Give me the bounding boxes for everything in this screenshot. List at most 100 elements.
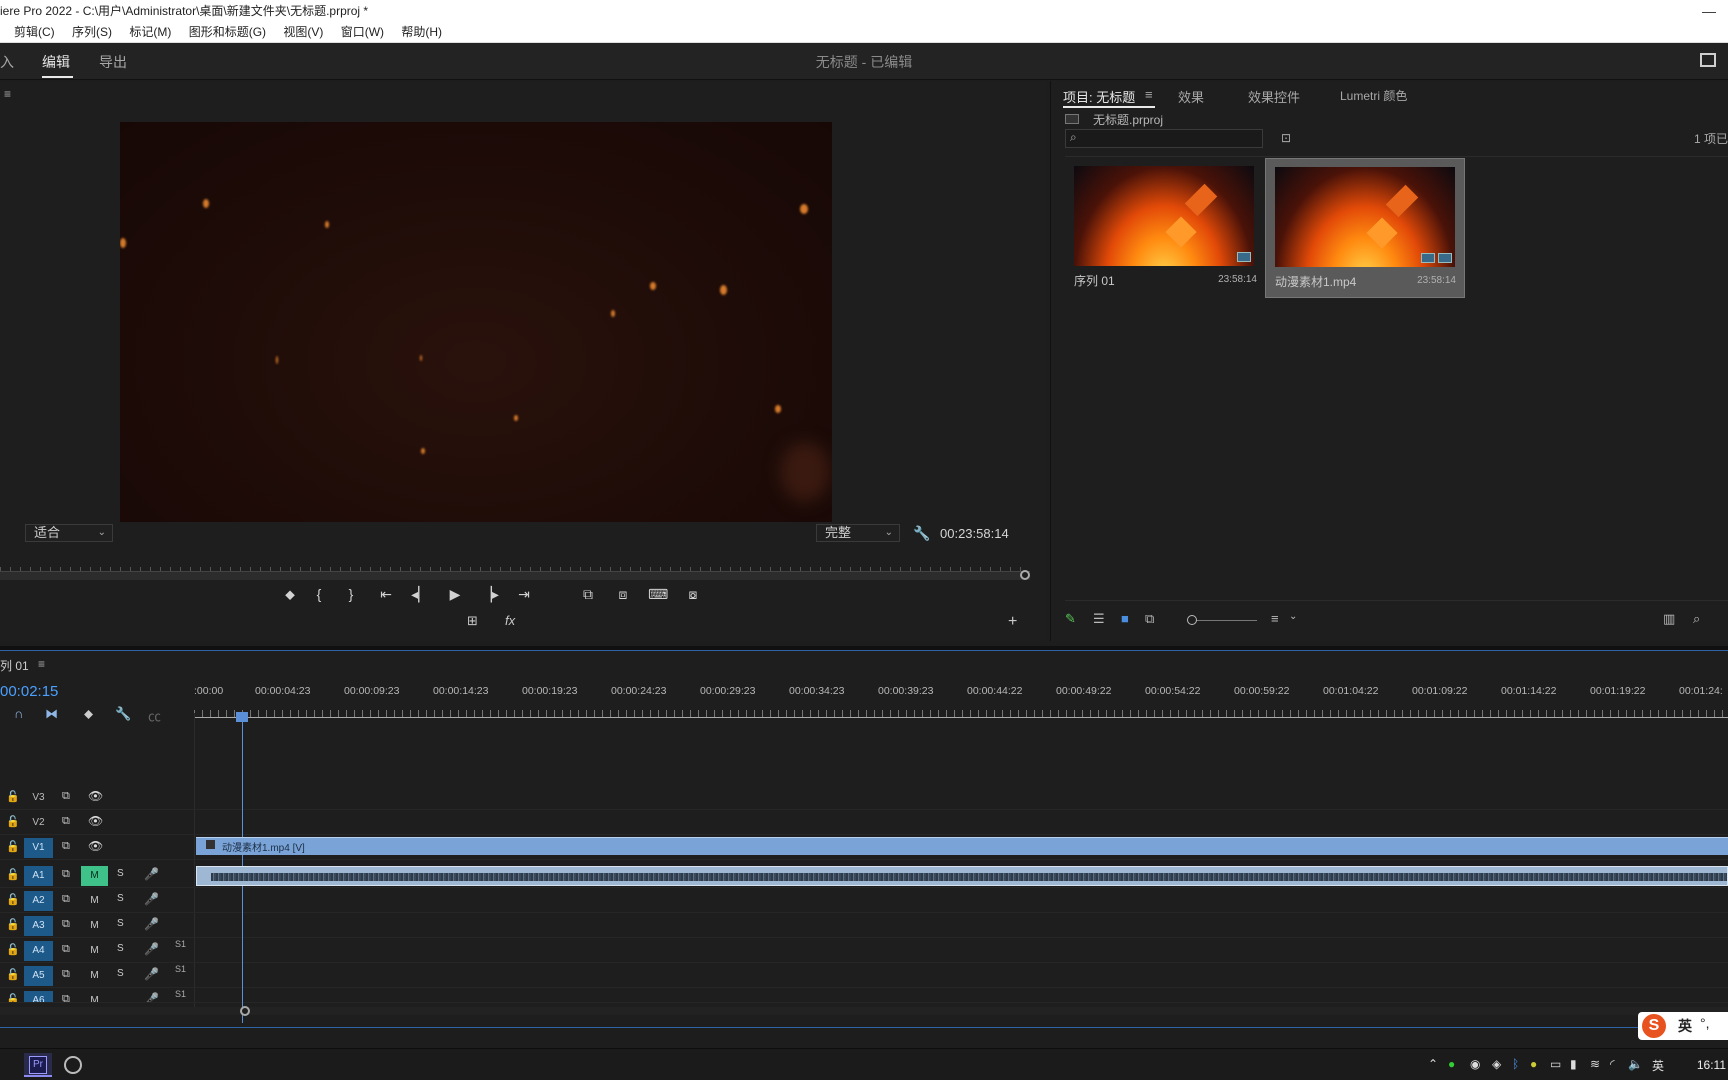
eye-icon[interactable]: 👁 (88, 839, 103, 853)
ime-language[interactable]: 英 (1678, 1016, 1692, 1036)
monitor-time-ruler[interactable] (0, 564, 1030, 572)
monitor-timecode[interactable]: 00:23:58:14 (940, 526, 1009, 541)
scroll-handle[interactable] (240, 1006, 250, 1016)
go-to-in-button[interactable]: ⇤ (376, 586, 396, 603)
menu-item-sequence[interactable]: 序列(S) (72, 22, 112, 43)
wrench-icon[interactable]: 🔧 (913, 525, 930, 542)
solo-button[interactable]: S (117, 918, 124, 929)
go-to-out-button[interactable]: ⇥ (514, 586, 534, 603)
lift-button[interactable]: ⧉ (578, 586, 598, 603)
track-v2[interactable]: 🔓 V2 ⧉ 👁 (0, 811, 1728, 835)
track-a5[interactable]: 🔓 A5 ⧉ M S 🎤 S1 (0, 964, 1728, 988)
premiere-taskbar-button[interactable]: Pr (24, 1053, 52, 1077)
eye-icon[interactable]: 👁 (88, 814, 103, 828)
tray-app-icon[interactable]: ● (1530, 1057, 1537, 1071)
project-item-clip[interactable]: 动漫素材1.mp4 23:58:14 (1265, 158, 1465, 298)
clock-app-icon[interactable] (64, 1056, 82, 1074)
microphone-icon[interactable]: 🎤 (144, 917, 159, 931)
icon-view-icon[interactable]: ■ (1121, 611, 1129, 626)
track-name[interactable]: A5 (24, 966, 53, 986)
sync-lock-icon[interactable]: ⧉ (62, 968, 70, 981)
battery-icon[interactable]: ▭ (1550, 1057, 1561, 1071)
ime-punctuation[interactable]: °, (1700, 1015, 1710, 1031)
track-name[interactable]: V1 (24, 838, 53, 858)
freeform-view-icon[interactable]: ⧉ (1145, 611, 1154, 627)
automate-to-sequence-icon[interactable]: ▥ (1663, 611, 1675, 627)
mark-in-button[interactable]: { (309, 586, 329, 602)
add-marker-button[interactable]: ⬥ (280, 586, 300, 603)
zoom-slider-handle[interactable] (1187, 615, 1197, 625)
fit-dropdown[interactable]: 适合 ⌄ (25, 524, 113, 542)
sync-lock-icon[interactable]: ⧉ (62, 790, 70, 803)
track-name[interactable]: V3 (24, 788, 53, 808)
mute-button[interactable]: M (81, 966, 108, 986)
lock-icon[interactable]: 🔓 (6, 993, 20, 1002)
tab-sequence[interactable]: 列 01 (0, 657, 29, 674)
tray-app-icon[interactable]: ≋ (1590, 1057, 1600, 1071)
input-language[interactable]: 英 (1652, 1057, 1664, 1074)
extract-button[interactable]: ⧈ (613, 586, 633, 603)
tab-project-menu[interactable]: ≡ (1145, 87, 1153, 102)
lock-icon[interactable]: 🔓 (6, 790, 20, 803)
eye-icon[interactable]: 👁 (88, 789, 103, 803)
mute-button[interactable]: M (81, 916, 108, 936)
track-a3[interactable]: 🔓 A3 ⧉ M S 🎤 (0, 914, 1728, 938)
system-clock[interactable]: 16:11 (1697, 1058, 1726, 1072)
track-a4[interactable]: 🔓 A4 ⧉ M S 🎤 S1 (0, 939, 1728, 963)
sync-lock-icon[interactable]: ⧉ (62, 993, 70, 1002)
microphone-icon[interactable]: 🎤 (144, 867, 159, 881)
menu-item-graphics[interactable]: 图形和标题(G) (189, 22, 266, 43)
monitor-zoom-scrollbar[interactable] (0, 570, 1030, 580)
tab-effects[interactable]: 效果 (1178, 87, 1204, 106)
sync-lock-icon[interactable]: ⧉ (62, 868, 70, 881)
project-search-input[interactable]: ⌕ (1065, 129, 1263, 148)
track-v3[interactable]: 🔓 V3 ⧉ 👁 (0, 786, 1728, 810)
scroll-handle[interactable] (1020, 570, 1030, 580)
track-name[interactable]: A1 (24, 866, 53, 886)
mute-button[interactable]: M (81, 891, 108, 911)
safe-margins-icon[interactable]: ⊞ (467, 613, 478, 629)
add-button[interactable]: + (1008, 613, 1017, 631)
lock-icon[interactable]: 🔓 (6, 943, 20, 956)
solo-button[interactable]: S (117, 868, 124, 879)
video-clip[interactable]: 动漫素材1.mp4 [V] (196, 837, 1728, 855)
add-marker-icon[interactable]: ⬥ (84, 706, 93, 722)
tab-project[interactable]: 项目: 无标题 (1063, 87, 1135, 106)
sync-lock-icon[interactable]: ⧉ (62, 893, 70, 906)
menu-item-view[interactable]: 视图(V) (283, 22, 323, 43)
track-name[interactable]: A4 (24, 941, 53, 961)
snap-icon[interactable]: ∩ (14, 706, 23, 721)
track-name[interactable]: A6 (24, 991, 53, 1002)
new-bin-icon[interactable]: ⊡ (1281, 131, 1291, 145)
fx-icon[interactable]: fx (505, 613, 515, 628)
menu-item-window[interactable]: 窗口(W) (341, 22, 384, 43)
minimize-button[interactable]: — (1702, 0, 1716, 22)
timeline-timecode[interactable]: 00:02:15 (0, 683, 58, 700)
playhead-handle[interactable] (236, 712, 248, 722)
menu-item-clip[interactable]: 剪辑(C) (14, 22, 55, 43)
step-forward-button[interactable]: ▕▸ (480, 586, 500, 603)
track-name[interactable]: A2 (24, 891, 53, 911)
lock-icon[interactable]: 🔓 (6, 840, 20, 853)
sort-icon[interactable]: ≡ (1271, 611, 1279, 626)
chevron-down-icon[interactable]: ⌄ (1289, 611, 1297, 622)
lock-icon[interactable]: 🔓 (6, 968, 20, 981)
play-button[interactable]: ▶ (445, 586, 465, 603)
track-name[interactable]: V2 (24, 813, 53, 833)
track-name[interactable]: A3 (24, 916, 53, 936)
lock-icon[interactable]: 🔓 (6, 868, 20, 881)
volume-icon[interactable]: 🔈 (1628, 1057, 1643, 1071)
mark-out-button[interactable]: } (341, 586, 361, 602)
lock-icon[interactable]: 🔓 (6, 918, 20, 931)
audio-clip[interactable] (196, 866, 1728, 886)
timeline-scrollbar[interactable] (0, 1006, 1728, 1016)
solo-button[interactable]: S (117, 943, 124, 954)
captions-icon[interactable]: ㏄ (148, 706, 161, 725)
tab-effect-controls[interactable]: 效果控件 (1248, 87, 1300, 106)
search-icon[interactable]: ⌕ (1693, 611, 1700, 627)
pencil-icon[interactable]: ✎ (1065, 611, 1076, 627)
microphone-icon[interactable]: 🎤 (144, 892, 159, 906)
export-frame-button[interactable]: ⌨ (648, 586, 668, 603)
tray-chevron-icon[interactable]: ⌃ (1428, 1057, 1438, 1071)
mute-button[interactable]: M (81, 991, 108, 1002)
